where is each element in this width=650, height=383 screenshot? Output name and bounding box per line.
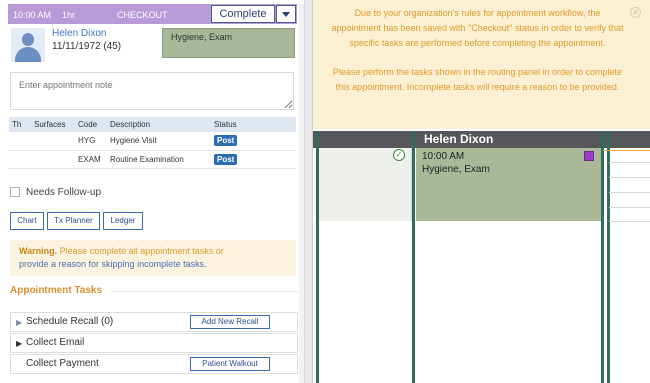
appointment-time: 10:00 AM [13,10,52,20]
column-divider [607,131,610,383]
chart-button[interactable]: Chart [10,212,44,230]
column-divider [412,131,415,383]
patient-name-link[interactable]: Helen Dixon [52,28,106,39]
patient-walkout-button[interactable]: Patient Walkout [190,357,270,371]
status-badge[interactable]: Post [214,153,238,165]
appointment-card-description: Hygiene, Exam [422,164,490,175]
task-label: Collect Payment [26,358,99,369]
cell-code: HYG [75,132,107,151]
cell-description: Hygiene Visit [107,132,211,151]
procedures-summary: Hygiene, Exam [162,28,295,58]
appointment-routing-panel: 10:00 AM 1hr CHECKOUT Complete Helen Dix… [0,0,304,383]
column-header-status: Status [211,117,296,132]
divider [609,221,650,222]
column-header-surfaces: Surfaces [31,117,75,132]
appointment-tasks-title: Appointment Tasks [10,285,103,296]
cell-code: EXAM [75,150,107,169]
task-collect-payment[interactable]: Collect Payment Patient Walkout [10,354,298,374]
notification-text: Please perform the tasks shown in the ro… [332,67,623,92]
procedure-table-header: Th Surfaces Code Description Status [9,117,296,132]
warning-label: Warning. [19,246,58,256]
close-icon[interactable]: ✕ [630,7,641,18]
cell-surfaces [31,150,75,169]
table-row[interactable]: HYG Hygiene Visit Post [9,132,296,151]
tx-planner-button[interactable]: Tx Planner [47,212,100,230]
task-schedule-recall[interactable]: ▶ Schedule Recall (0) Add New Recall [10,312,298,332]
workflow-notification: Due to your organization's rules for app… [313,0,650,129]
chevron-down-icon[interactable] [276,5,296,23]
column-header-th: Th [9,117,31,132]
user-avatar-icon [11,28,45,62]
add-new-recall-button[interactable]: Add New Recall [190,315,270,329]
divider [609,207,650,208]
caret-right-icon[interactable]: ▶ [16,318,22,327]
column-divider [601,131,604,383]
patient-dob-age: 11/11/1972 (45) [52,41,122,52]
task-collect-email[interactable]: ▶ Collect Email [10,333,298,353]
status-badge[interactable]: Post [214,135,238,147]
followup-checkbox[interactable] [10,187,20,198]
notification-text: Due to your organization's rules for app… [331,8,624,48]
status-indicator [584,151,594,161]
cell-th [9,132,31,151]
cell-th [9,150,31,169]
current-time-line [603,150,650,151]
cell-status: Post [211,132,296,151]
warning-text: Please complete all appointment tasks or [57,246,224,256]
complete-button[interactable]: Complete [211,5,275,23]
caret-right-icon[interactable]: ▶ [16,339,22,348]
schedule-view: ✓ Helen Dixon 10:00 AM Hygiene, Exam Due… [313,0,650,383]
divider [609,177,650,178]
procedure-table: Th Surfaces Code Description Status HYG … [9,117,296,169]
divider [111,291,298,292]
divider [609,192,650,193]
column-divider [316,131,319,383]
cell-description: Routine Examination [107,150,211,169]
needs-followup[interactable]: Needs Follow-up [10,187,101,198]
divider [609,162,650,163]
ledger-button[interactable]: Ledger [103,212,143,230]
table-row[interactable]: EXAM Routine Examination Post [9,150,296,169]
panel-splitter[interactable] [304,0,313,383]
appointment-card-patient[interactable]: Helen Dixon [416,131,601,148]
task-label: Schedule Recall (0) [26,316,114,327]
warning-text-line2: provide a reason for skipping incomplete… [19,259,207,269]
cell-status: Post [211,150,296,169]
appointment-status: CHECKOUT [117,10,168,20]
followup-label: Needs Follow-up [26,187,102,198]
appointment-duration: 1hr [62,10,76,20]
task-label: Collect Email [26,337,85,348]
cell-surfaces [31,132,75,151]
column-header-description: Description [107,117,211,132]
warning-message: Warning. Please complete all appointment… [10,240,296,276]
column-header-code: Code [75,117,107,132]
check-circle-icon: ✓ [393,149,405,161]
appointment-note-input[interactable] [10,72,294,110]
appointment-card-time: 10:00 AM [422,151,465,162]
